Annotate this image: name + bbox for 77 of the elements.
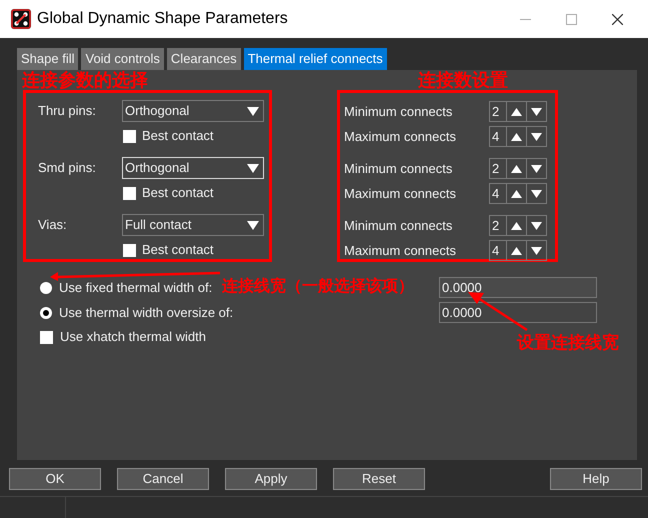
checkbox[interactable] bbox=[123, 186, 136, 200]
checkbox-label: Use xhatch thermal width bbox=[60, 328, 206, 346]
number-field[interactable]: 4 bbox=[489, 126, 507, 147]
field-label: Maximum connects bbox=[344, 184, 457, 203]
down-triangle-icon bbox=[531, 108, 542, 116]
up-triangle-icon bbox=[511, 108, 522, 116]
field-label: Thru pins: bbox=[38, 102, 97, 120]
window-title: Global Dynamic Shape Parameters bbox=[37, 9, 288, 29]
text-field[interactable]: 0.0000 bbox=[439, 302, 597, 323]
number-field[interactable]: 2 bbox=[489, 101, 507, 122]
maximize-icon bbox=[566, 14, 576, 24]
dropdown-caret-icon bbox=[247, 220, 259, 230]
checkbox[interactable] bbox=[40, 330, 53, 344]
field-label: Maximum connects bbox=[344, 128, 457, 146]
down-triangle-icon bbox=[531, 222, 542, 230]
tab[interactable]: Shape fill bbox=[17, 48, 78, 70]
annotation-text: 设置连接线宽 bbox=[517, 333, 619, 353]
dropdown[interactable]: Full contact bbox=[122, 214, 264, 236]
checkbox-label: Best contact bbox=[142, 241, 214, 260]
dialog-button[interactable]: OK bbox=[9, 468, 101, 490]
checkbox[interactable] bbox=[123, 130, 136, 142]
field-label: Smd pins: bbox=[38, 159, 97, 178]
number-field[interactable]: 4 bbox=[489, 240, 507, 261]
radio-label: Use thermal width oversize of: bbox=[59, 304, 234, 322]
up-triangle-icon bbox=[511, 164, 522, 172]
tab[interactable]: Clearances bbox=[166, 48, 241, 70]
text-field[interactable]: 0.0000 bbox=[439, 277, 597, 298]
annotation-text: 连接参数的选择 bbox=[22, 70, 148, 90]
field-label: Minimum connects bbox=[344, 216, 454, 235]
field-label: Maximum connects bbox=[344, 242, 457, 260]
up-triangle-icon bbox=[511, 246, 522, 254]
decrement-button[interactable] bbox=[526, 158, 547, 179]
dropdown[interactable]: Orthogonal bbox=[122, 100, 264, 122]
decrement-button[interactable] bbox=[526, 240, 547, 261]
checkbox-label: Best contact bbox=[142, 127, 214, 146]
checkbox[interactable] bbox=[123, 244, 136, 256]
field-label: Vias: bbox=[38, 216, 68, 234]
dropdown-caret-icon bbox=[247, 106, 259, 116]
increment-button[interactable] bbox=[506, 215, 527, 236]
up-triangle-icon bbox=[511, 132, 522, 140]
minimize-icon bbox=[520, 18, 530, 20]
annotation-text: 连接数设置 bbox=[418, 70, 508, 90]
radio-label: Use fixed thermal width of: bbox=[59, 278, 212, 297]
down-triangle-icon bbox=[531, 164, 542, 172]
decrement-button[interactable] bbox=[526, 183, 547, 204]
tab[interactable]: Void controls bbox=[81, 48, 164, 70]
app-icon bbox=[11, 9, 31, 29]
dialog-button[interactable]: Cancel bbox=[117, 468, 209, 490]
increment-button[interactable] bbox=[506, 183, 527, 204]
down-triangle-icon bbox=[531, 190, 542, 198]
close-icon bbox=[612, 14, 622, 24]
decrement-button[interactable] bbox=[526, 126, 547, 147]
dropdown[interactable]: Orthogonal bbox=[122, 157, 264, 179]
radio-button[interactable] bbox=[40, 306, 52, 318]
number-field[interactable]: 2 bbox=[489, 215, 507, 236]
increment-button[interactable] bbox=[506, 158, 527, 179]
radio-button[interactable] bbox=[40, 282, 52, 294]
increment-button[interactable] bbox=[506, 126, 527, 147]
dialog-button[interactable]: Reset bbox=[333, 468, 425, 490]
down-triangle-icon bbox=[531, 132, 542, 140]
increment-button[interactable] bbox=[506, 101, 527, 122]
number-field[interactable]: 2 bbox=[489, 158, 507, 179]
dialog-button[interactable]: Apply bbox=[225, 468, 317, 490]
dropdown-caret-icon bbox=[247, 164, 259, 172]
field-label: Minimum connects bbox=[344, 102, 454, 121]
checkbox-label: Best contact bbox=[142, 184, 214, 202]
annotation-text: 连接线宽（一般选择该项） bbox=[222, 278, 414, 296]
decrement-button[interactable] bbox=[526, 215, 547, 236]
down-triangle-icon bbox=[531, 246, 542, 254]
dialog-button[interactable]: Help bbox=[550, 468, 642, 490]
up-triangle-icon bbox=[511, 190, 522, 198]
number-field[interactable]: 4 bbox=[489, 183, 507, 204]
increment-button[interactable] bbox=[506, 240, 527, 261]
field-label: Minimum connects bbox=[344, 160, 454, 178]
up-triangle-icon bbox=[511, 222, 522, 230]
decrement-button[interactable] bbox=[526, 101, 547, 122]
tab[interactable]: Thermal relief connects bbox=[244, 48, 387, 70]
